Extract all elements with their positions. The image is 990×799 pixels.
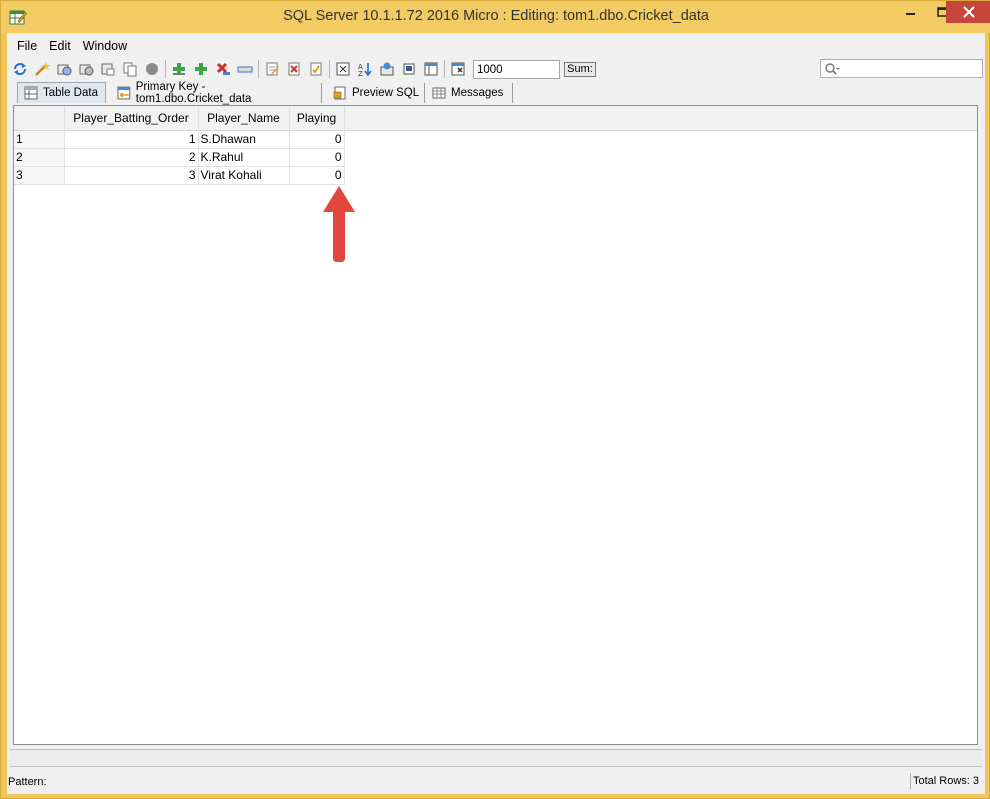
status-bar: Pattern: Total Rows: 3 <box>7 773 985 793</box>
client-area: File Edit Window A Z 1000 Sum: Table Dat… <box>7 33 985 794</box>
insert-row-icon[interactable] <box>170 60 188 78</box>
tab-label: Primary Key - tom1.dbo.Cricket_data <box>135 81 252 105</box>
table-icon <box>24 86 38 100</box>
annotation-arrow-icon <box>323 186 355 262</box>
close-button[interactable] <box>946 1 990 23</box>
row-number[interactable]: 2 <box>14 148 65 167</box>
search-input[interactable] <box>820 59 983 78</box>
tab-primary-key[interactable]: Primary Key - tom1.dbo.Cricket_data <box>111 81 322 105</box>
database-copy-icon[interactable] <box>99 60 117 78</box>
table-row[interactable]: 1 1 S.Dhawan 0 <box>14 130 977 149</box>
row-limit-input[interactable] <box>473 60 560 79</box>
column-header[interactable]: Player_Batting_Order <box>64 106 199 131</box>
table-cell[interactable]: 0 <box>289 148 345 167</box>
refresh-icon[interactable] <box>11 60 29 78</box>
results-table: Player_Batting_Order Player_Name Playing… <box>14 106 977 185</box>
header-filler <box>344 106 977 131</box>
toolbar-separator <box>444 60 445 78</box>
table-cell[interactable]: Virat Kohali <box>198 166 290 185</box>
total-rows-label: Total Rows: 3 <box>909 773 981 789</box>
tab-messages[interactable]: Messages <box>426 83 513 103</box>
row-filler <box>344 166 977 184</box>
save-document-icon[interactable] <box>307 60 325 78</box>
table-header-row: Player_Batting_Order Player_Name Playing <box>14 106 977 131</box>
app-window: SQL Server 10.1.1.72 2016 Micro : Editin… <box>0 0 990 799</box>
table-row[interactable]: 2 2 K.Rahul 0 <box>14 148 977 167</box>
tab-preview-sql[interactable]: Preview SQL <box>327 83 425 103</box>
data-grid[interactable]: Player_Batting_Order Player_Name Playing… <box>13 105 978 745</box>
database-sync-icon[interactable] <box>77 60 95 78</box>
form-view-icon[interactable] <box>400 60 418 78</box>
row-number[interactable]: 3 <box>14 166 65 185</box>
grid-messages-icon <box>432 87 446 99</box>
row-number-header[interactable] <box>14 106 65 131</box>
grid-view-icon[interactable] <box>422 60 440 78</box>
horizontal-scroll-strip[interactable] <box>10 749 982 767</box>
cancel-edit-icon[interactable] <box>285 60 303 78</box>
add-row-icon[interactable] <box>192 60 210 78</box>
key-table-icon <box>117 86 131 100</box>
clear-row-icon[interactable] <box>236 60 254 78</box>
toolbar: AZ Sum: <box>7 57 985 81</box>
minimize-button[interactable] <box>896 1 926 23</box>
svg-text:Z: Z <box>358 70 363 77</box>
tab-label: Preview SQL <box>352 87 420 99</box>
tab-bar: Table Data Primary Key - tom1.dbo.Cricke… <box>7 81 985 105</box>
row-filler <box>344 148 977 166</box>
minimize-icon <box>906 13 915 15</box>
table-cell[interactable]: 1 <box>64 130 199 149</box>
import-icon[interactable] <box>378 60 396 78</box>
tab-label: Table Data <box>43 87 98 99</box>
stop-icon[interactable] <box>143 60 161 78</box>
table-cell[interactable]: 2 <box>64 148 199 167</box>
column-header[interactable]: Playing <box>289 106 345 131</box>
sort-icon[interactable]: AZ <box>356 60 374 78</box>
delete-row-icon[interactable] <box>214 60 232 78</box>
search-icon <box>825 63 840 75</box>
window-title: SQL Server 10.1.1.72 2016 Micro : Editin… <box>283 8 709 24</box>
toolbar-separator <box>329 60 330 78</box>
table-cell[interactable]: K.Rahul <box>198 148 290 167</box>
menu-file[interactable]: File <box>12 37 42 55</box>
copy-icon[interactable] <box>121 60 139 78</box>
tab-label: Messages <box>451 87 504 99</box>
column-header[interactable]: Player_Name <box>198 106 290 131</box>
menu-bar: File Edit Window <box>7 37 134 55</box>
pattern-label: Pattern: <box>8 776 47 788</box>
limit-records-icon[interactable] <box>449 60 467 78</box>
filter-window-icon[interactable] <box>334 60 352 78</box>
database-config-icon[interactable] <box>55 60 73 78</box>
table-cell[interactable]: 0 <box>289 130 345 149</box>
row-number[interactable]: 1 <box>14 130 65 149</box>
menu-window[interactable]: Window <box>78 37 132 55</box>
toolbar-separator <box>165 60 166 78</box>
tab-table-data[interactable]: Table Data <box>17 82 106 103</box>
table-cell[interactable]: 0 <box>289 166 345 185</box>
table-cell[interactable]: S.Dhawan <box>198 130 290 149</box>
wand-icon[interactable] <box>33 60 51 78</box>
sum-button[interactable]: Sum: <box>564 62 596 77</box>
sql-document-icon <box>333 86 346 100</box>
menu-edit[interactable]: Edit <box>44 37 76 55</box>
edit-document-icon[interactable] <box>263 60 281 78</box>
table-row[interactable]: 3 3 Virat Kohali 0 <box>14 166 977 185</box>
table-cell[interactable]: 3 <box>64 166 199 185</box>
row-filler <box>344 130 977 148</box>
toolbar-separator <box>258 60 259 78</box>
title-bar[interactable]: SQL Server 10.1.1.72 2016 Micro : Editin… <box>1 1 990 33</box>
close-icon <box>962 6 975 18</box>
